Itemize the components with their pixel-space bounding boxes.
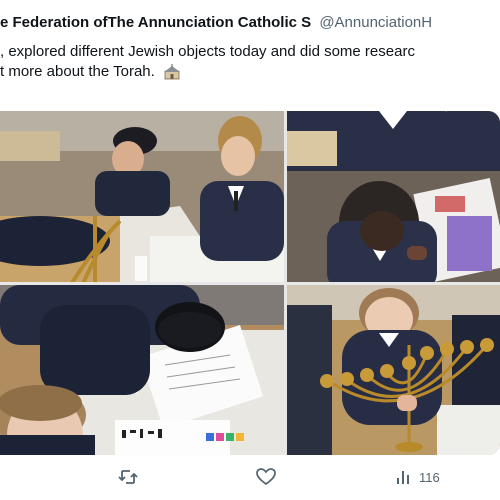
views-icon (395, 468, 413, 486)
heart-icon (256, 468, 276, 486)
photo-children-kippah[interactable] (0, 285, 284, 455)
author-name[interactable]: e Federation ofThe Annunciation Catholic… (0, 14, 311, 31)
tweet-text-line-1: , explored different Jewish objects toda… (0, 43, 415, 60)
retweet-icon (118, 468, 138, 486)
like-button[interactable] (256, 468, 282, 486)
photo-children-menorah[interactable] (0, 111, 284, 282)
retweet-button[interactable] (118, 468, 144, 486)
views-button[interactable]: 116 (395, 468, 440, 486)
school-house-emoji (163, 64, 181, 80)
author-handle[interactable]: @AnnunciationH (319, 14, 432, 31)
tweet-media-grid[interactable] (0, 111, 500, 455)
photo-child-holding-menorah[interactable] (287, 285, 500, 455)
tweet-text-line-2: t more about the Torah. (0, 62, 500, 82)
tweet-text: , explored different Jewish objects toda… (0, 42, 500, 82)
tweet-text-line-2-text: t more about the Torah. (0, 63, 155, 80)
views-count: 116 (419, 469, 440, 485)
photo-child-writing[interactable] (287, 111, 500, 282)
tweet-actions: 116 (0, 462, 500, 500)
tweet-header: e Federation ofThe Annunciation Catholic… (0, 14, 500, 36)
